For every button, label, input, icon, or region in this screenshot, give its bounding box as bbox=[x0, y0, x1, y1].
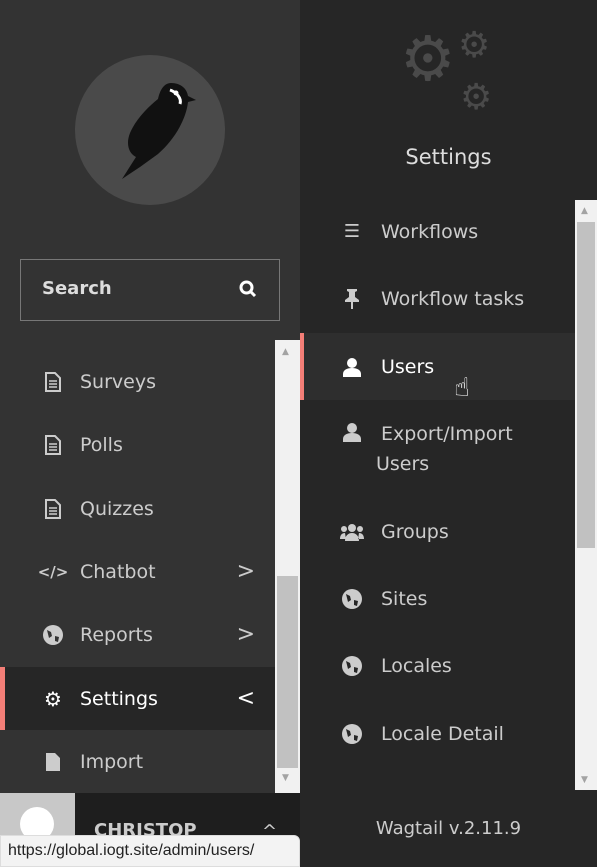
item-label: Sites bbox=[381, 587, 428, 610]
code-icon: </> bbox=[37, 562, 69, 581]
item-label: Export/Import bbox=[381, 423, 513, 445]
sidebar-item-import[interactable]: Import bbox=[0, 730, 275, 793]
hand-cursor-icon: ☝ bbox=[454, 373, 470, 403]
user-icon bbox=[340, 422, 364, 442]
chevron-right-icon: > bbox=[236, 622, 255, 647]
scroll-up-arrow[interactable]: ▲ bbox=[282, 347, 289, 357]
submenu-item-locale-detail[interactable]: Locale Detail bbox=[300, 700, 575, 767]
item-label: Users bbox=[381, 355, 435, 378]
item-label: Surveys bbox=[80, 370, 156, 393]
document-icon bbox=[38, 434, 68, 455]
submenu-item-groups[interactable]: Groups bbox=[300, 498, 575, 565]
tasks-icon: ☰ bbox=[343, 221, 361, 242]
search-label: Search bbox=[42, 278, 112, 299]
item-label: Quizzes bbox=[80, 497, 154, 520]
chevron-left-icon: < bbox=[236, 686, 255, 711]
status-bar-url: https://global.iogt.site/admin/users/ bbox=[0, 835, 300, 867]
sidebar-item-reports[interactable]: Reports > bbox=[0, 603, 275, 666]
submenu-item-workflow-tasks[interactable]: Workflow tasks bbox=[300, 265, 575, 332]
globe-icon bbox=[38, 624, 68, 646]
item-label: Settings bbox=[80, 687, 158, 710]
globe-icon bbox=[340, 655, 364, 677]
sidebar-item-polls[interactable]: Polls bbox=[0, 413, 275, 476]
item-label: Groups bbox=[381, 520, 449, 543]
submenu-item-workflows[interactable]: ☰ Workflows bbox=[300, 198, 575, 265]
item-label: Reports bbox=[80, 623, 153, 646]
search-icon[interactable] bbox=[239, 280, 257, 303]
chevron-right-icon: > bbox=[236, 559, 255, 584]
item-label: Chatbot bbox=[80, 560, 156, 583]
cog-small-icon: ⚙ bbox=[458, 25, 491, 66]
cog-small-icon: ⚙ bbox=[460, 77, 493, 118]
search-input[interactable]: Search bbox=[20, 259, 280, 321]
cogs-icon: ⚙ bbox=[400, 22, 456, 95]
sidebar-item-settings[interactable]: ⚙ Settings < bbox=[0, 667, 275, 730]
submenu-item-users[interactable]: Users ☝ bbox=[300, 333, 575, 403]
wagtail-version: Wagtail v.2.11.9 bbox=[375, 818, 522, 839]
scroll-up-arrow[interactable]: ▲ bbox=[581, 206, 588, 216]
document-icon bbox=[38, 371, 68, 392]
item-label: Locales bbox=[381, 654, 452, 677]
globe-icon bbox=[340, 588, 364, 610]
scroll-down-arrow[interactable]: ▼ bbox=[282, 773, 289, 783]
globe-icon bbox=[340, 723, 364, 745]
wagtail-logo[interactable] bbox=[75, 55, 225, 205]
file-icon bbox=[38, 752, 68, 772]
item-label: Polls bbox=[80, 433, 123, 456]
sidebar-item-quizzes[interactable]: Quizzes bbox=[0, 477, 275, 540]
item-label-line2: Users bbox=[376, 453, 430, 475]
user-icon bbox=[340, 357, 364, 377]
item-label: Import bbox=[80, 750, 144, 773]
submenu-item-locales[interactable]: Locales bbox=[300, 632, 575, 699]
item-label: Locale Detail bbox=[381, 722, 504, 745]
scroll-down-arrow[interactable]: ▼ bbox=[581, 775, 588, 785]
pin-icon bbox=[340, 288, 364, 310]
document-icon bbox=[38, 498, 68, 519]
submenu-title: Settings bbox=[405, 145, 492, 169]
sidebar-item-surveys[interactable]: Surveys bbox=[0, 350, 275, 413]
submenu-item-sites[interactable]: Sites bbox=[300, 565, 575, 632]
sidebar-scrollbar-thumb[interactable] bbox=[277, 576, 298, 768]
cogs-icon: ⚙ bbox=[44, 686, 62, 711]
submenu-scrollbar-thumb[interactable] bbox=[577, 222, 595, 548]
sidebar-item-chatbot[interactable]: </> Chatbot > bbox=[0, 540, 275, 603]
item-label: Workflow tasks bbox=[381, 287, 525, 310]
group-icon bbox=[340, 523, 364, 541]
submenu-item-export-import-users[interactable]: Export/Import Users bbox=[300, 410, 575, 490]
item-label: Workflows bbox=[381, 220, 479, 243]
